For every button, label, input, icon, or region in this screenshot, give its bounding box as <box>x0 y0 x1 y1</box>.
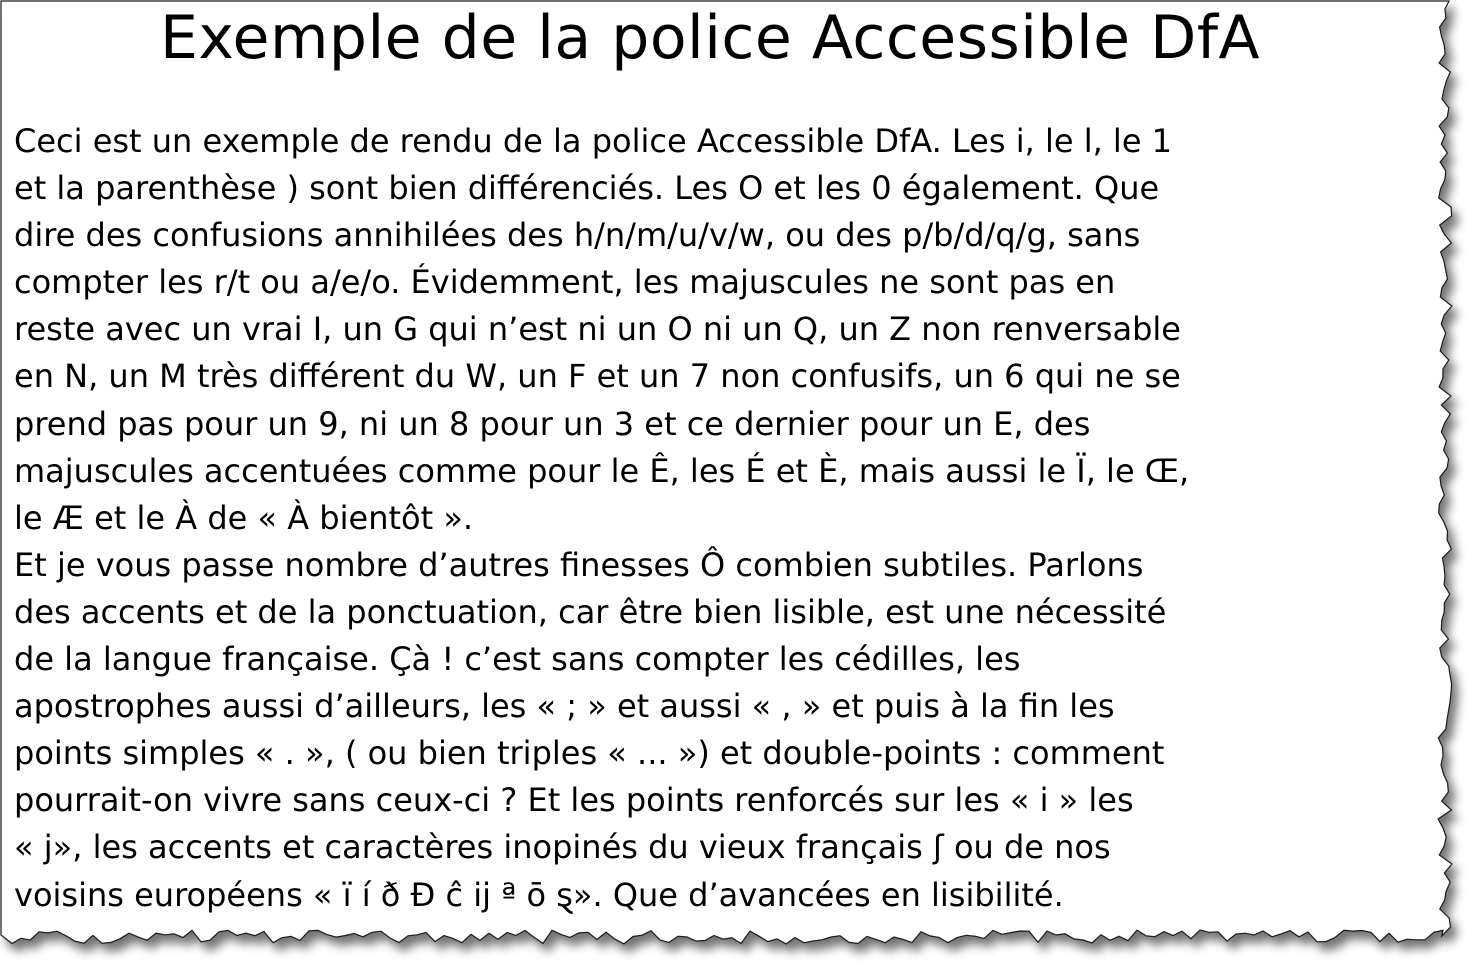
text-line: dire des confusions annihilées des h/n/m… <box>14 216 1141 255</box>
text-line: reste avec un vrai I, un G qui n’est ni … <box>14 310 1181 349</box>
text-line: voisins européens « ï í ð Đ ĉ ĳ ª ō ȿ». … <box>14 875 1064 914</box>
text-line: points simples « . », ( ou bien triples … <box>14 734 1165 773</box>
text-line: compter les r/t ou a/e/o. Évidemment, le… <box>14 263 1116 302</box>
text-line: de la langue française. Çà ! c’est sans … <box>14 640 1021 679</box>
document-body: Ceci est un exemple de rendu de la polic… <box>14 118 1414 919</box>
text-line: Ceci est un exemple de rendu de la polic… <box>14 122 1173 160</box>
text-line: apostrophes aussi d’ailleurs, les « ; » … <box>14 687 1115 726</box>
text-line: prend pas pour un 9, ni un 8 pour un 3 e… <box>14 404 1091 443</box>
text-line: « j», les accents et caractères inopinés… <box>14 828 1111 867</box>
text-line: pourrait-on vivre sans ceux-ci ? Et les … <box>14 781 1134 820</box>
text-line: Et je vous passe nombre d’autres finesse… <box>14 545 1144 584</box>
text-line: en N, un M très différent du W, un F et … <box>14 357 1181 396</box>
text-line: majuscules accentuées comme pour le Ê, l… <box>14 451 1190 490</box>
document-title: Exemple de la police Accessible DfA <box>159 3 1261 73</box>
document-sheet: Exemple de la police Accessible DfA Ceci… <box>0 0 1440 940</box>
text-line: le Æ et le À de « À bientôt ». <box>14 498 474 537</box>
text-line: des accents et de la ponctuation, car êt… <box>14 592 1167 631</box>
text-line: et la parenthèse ) sont bien différencié… <box>14 169 1160 208</box>
